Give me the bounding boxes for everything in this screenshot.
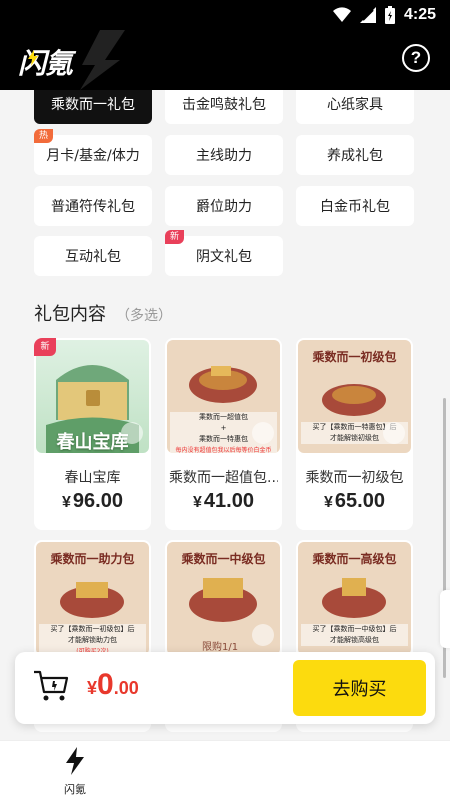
category-label: 互动礼包	[65, 249, 121, 265]
wifi-icon	[332, 7, 351, 23]
battery-icon	[384, 6, 395, 24]
product-name: 乘数而一超值包...	[169, 470, 278, 486]
app-logo: 闪氪	[18, 47, 73, 80]
expand-icon[interactable]	[383, 422, 405, 444]
product-name: 乘数而一初级包	[305, 470, 404, 486]
note-line: 买了【乘数而一中级包】后	[312, 625, 397, 633]
product-price-value: 96.00	[72, 490, 123, 512]
note-line: 才能解锁高级包	[330, 636, 379, 644]
lightning-icon	[66, 747, 84, 775]
note-red-line: 每内没有超值包我以后每等价白金币	[175, 447, 272, 453]
new-badge: 新	[165, 230, 185, 244]
currency-symbol: ¥	[62, 494, 71, 511]
product-price-value: 41.00	[203, 490, 254, 512]
category-label: 乘数而一礼包	[51, 97, 135, 113]
purchase-limit: 限购1/1	[202, 642, 239, 653]
product-price-value: 65.00	[334, 490, 385, 512]
app-header: 闪氪 ?	[0, 30, 450, 90]
expand-icon[interactable]	[252, 624, 274, 646]
product-image: 春山宝库	[36, 340, 149, 453]
category-growth-pack[interactable]: 养成礼包	[296, 135, 414, 175]
section-title-text: 礼包内容	[34, 304, 106, 325]
category-label: 白金币礼包	[320, 199, 390, 215]
category-label: 主线助力	[196, 148, 252, 164]
category-label: 击金鸣鼓礼包	[182, 97, 266, 113]
bottom-nav: 闪氪	[0, 740, 450, 800]
expand-icon[interactable]	[252, 422, 274, 444]
product-image: 乘数而一超值包 + 乘数而一特惠包 每内没有超值包我以后每等价白金币	[167, 340, 280, 453]
total-price-dec: .00	[113, 678, 139, 698]
help-button[interactable]: ?	[402, 44, 430, 72]
category-label: 普通符传礼包	[51, 199, 135, 215]
category-golden-drum-pack[interactable]: 击金鸣鼓礼包	[165, 90, 283, 124]
note-line: 才能解锁助力包	[68, 636, 117, 644]
category-label: 月卡/基金/体力	[46, 148, 140, 164]
category-interactive-pack[interactable]: 互动礼包	[34, 236, 152, 276]
product-card[interactable]: 春山宝库 新 春山宝库 ¥96.00	[34, 338, 151, 530]
category-label: 爵位助力	[196, 199, 252, 215]
category-monthly-card[interactable]: 热 月卡/基金/体力	[34, 129, 152, 175]
product-image-note: 买了【乘数而一初级包】后 才能解锁助力包 (可购买2次)	[39, 624, 146, 655]
category-main-story-boost[interactable]: 主线助力	[165, 135, 283, 175]
currency-symbol: ¥	[324, 494, 333, 511]
product-card[interactable]: 乘数而一初级包 买了【乘数而一特惠包】后 才能解锁初级包 乘数而一初级包 ¥65…	[296, 338, 413, 530]
checkout-bar: ¥0.00 去购买	[15, 652, 435, 724]
category-normal-talisman-pack[interactable]: 普通符传礼包	[34, 186, 152, 226]
nav-item-shankr[interactable]: 闪氪	[55, 747, 95, 797]
note-line: 买了【乘数而一初级包】后	[50, 625, 135, 633]
category-paper-furniture[interactable]: 心纸家具	[296, 90, 414, 124]
product-name: 春山宝库	[64, 470, 121, 486]
category-label: 心纸家具	[327, 97, 383, 113]
new-badge: 新	[34, 338, 56, 356]
currency-symbol: ¥	[193, 494, 202, 511]
category-rank-boost[interactable]: 爵位助力	[165, 186, 283, 226]
logo-bolt-icon	[28, 50, 38, 66]
category-multiply-pack[interactable]: 乘数而一礼包	[34, 90, 152, 124]
status-icons: 4:25	[332, 6, 436, 24]
content-area: 乘数而一礼包 击金鸣鼓礼包 心纸家具 热 月卡/基金/体力 主线助力 养成礼包 …	[0, 90, 450, 740]
total-price: ¥0.00	[87, 668, 139, 702]
currency-symbol: ¥	[87, 678, 98, 698]
category-platinum-coin-pack[interactable]: 白金币礼包	[296, 186, 414, 226]
status-bar: 4:25	[0, 0, 450, 30]
cart-icon[interactable]	[33, 668, 69, 702]
total-price-int: 0	[97, 668, 114, 701]
buy-button[interactable]: 去购买	[293, 660, 426, 716]
product-price: ¥65.00	[296, 490, 413, 513]
status-time: 4:25	[403, 6, 436, 23]
section-subtitle: （多选）	[116, 308, 172, 324]
section-title: 礼包内容 （多选）	[34, 300, 172, 326]
product-card[interactable]: 乘数而一超值包 + 乘数而一特惠包 每内没有超值包我以后每等价白金币 乘数而一超…	[165, 338, 282, 530]
product-price: ¥96.00	[34, 490, 151, 513]
product-price: ¥41.00	[165, 490, 282, 513]
hot-badge: 热	[34, 129, 54, 143]
expand-icon[interactable]	[121, 422, 143, 444]
product-image: 乘数而一初级包 买了【乘数而一特惠包】后 才能解锁初级包	[298, 340, 411, 453]
product-image: 乘数而一助力包 买了【乘数而一初级包】后 才能解锁助力包 (可购买2次)	[36, 542, 149, 655]
signal-icon	[359, 7, 376, 23]
category-label: 阴文礼包	[196, 249, 252, 265]
category-yinwen-pack[interactable]: 新 阴文礼包	[165, 230, 283, 276]
category-label: 养成礼包	[327, 148, 383, 164]
product-image: 乘数而一中级包 限购1/1	[167, 542, 280, 655]
product-image-note: 买了【乘数而一中级包】后 才能解锁高级包	[301, 624, 408, 646]
product-image: 乘数而一高级包 买了【乘数而一中级包】后 才能解锁高级包	[298, 542, 411, 655]
nav-label: 闪氪	[64, 783, 86, 796]
side-drawer-handle[interactable]	[440, 590, 450, 648]
